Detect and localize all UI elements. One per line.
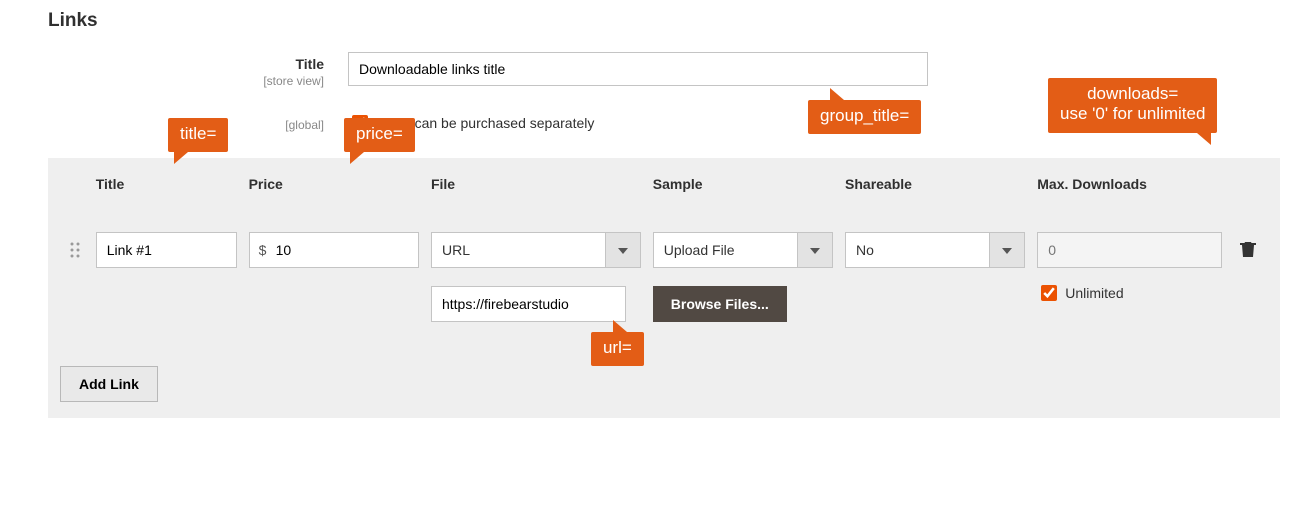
drag-handle-icon	[69, 242, 81, 263]
callout-group-title: group_title=	[808, 100, 921, 134]
unlimited-label[interactable]: Unlimited	[1037, 282, 1222, 304]
th-max: Max. Downloads	[1031, 172, 1228, 196]
currency-prefix: $	[259, 232, 267, 268]
callout-downloads: downloads= use '0' for unlimited	[1048, 78, 1217, 133]
th-sample: Sample	[647, 172, 839, 196]
th-shareable: Shareable	[839, 172, 1031, 196]
file-type-dropdown-button[interactable]	[605, 232, 641, 268]
delete-row-button[interactable]	[1240, 240, 1256, 263]
callout-price: price=	[344, 118, 415, 152]
links-grid: title= price= downloads= use '0' for unl…	[48, 158, 1280, 418]
max-downloads-input[interactable]	[1037, 232, 1222, 268]
grid-header: Title Price File Sample Shareable Max. D…	[48, 158, 1280, 204]
th-file: File	[425, 172, 647, 196]
sample-type-value: Upload File	[653, 232, 797, 268]
sample-type-dropdown-button[interactable]	[797, 232, 833, 268]
callout-title: title=	[168, 118, 228, 152]
chevron-down-icon	[618, 241, 628, 259]
link-price-input[interactable]	[249, 232, 419, 268]
chevron-down-icon	[1002, 241, 1012, 259]
callout-url: url=	[591, 332, 644, 366]
link-title-input[interactable]	[96, 232, 237, 268]
section-title: Links	[48, 10, 1280, 32]
sample-type-select[interactable]: Upload File	[653, 232, 833, 268]
th-title: Title	[90, 172, 243, 196]
title-label: Title	[48, 56, 324, 72]
unlimited-checkbox[interactable]	[1041, 285, 1057, 301]
trash-icon	[1240, 245, 1256, 262]
file-type-value: URL	[431, 232, 605, 268]
title-scope: [store view]	[48, 74, 324, 88]
title-label-wrap: Title [store view]	[48, 52, 348, 88]
shareable-dropdown-button[interactable]	[989, 232, 1025, 268]
shareable-value: No	[845, 232, 989, 268]
chevron-down-icon	[810, 241, 820, 259]
drag-handle[interactable]	[60, 232, 90, 263]
links-title-input[interactable]	[348, 52, 928, 86]
browse-files-button[interactable]: Browse Files...	[653, 286, 787, 322]
shareable-select[interactable]: No	[845, 232, 1025, 268]
add-link-button[interactable]: Add Link	[60, 366, 158, 402]
file-url-input[interactable]	[431, 286, 626, 322]
unlimited-text: Unlimited	[1065, 285, 1123, 301]
table-row: $ URL url= Upload File	[48, 204, 1280, 350]
file-type-select[interactable]: URL	[431, 232, 641, 268]
th-price: Price	[243, 172, 425, 196]
